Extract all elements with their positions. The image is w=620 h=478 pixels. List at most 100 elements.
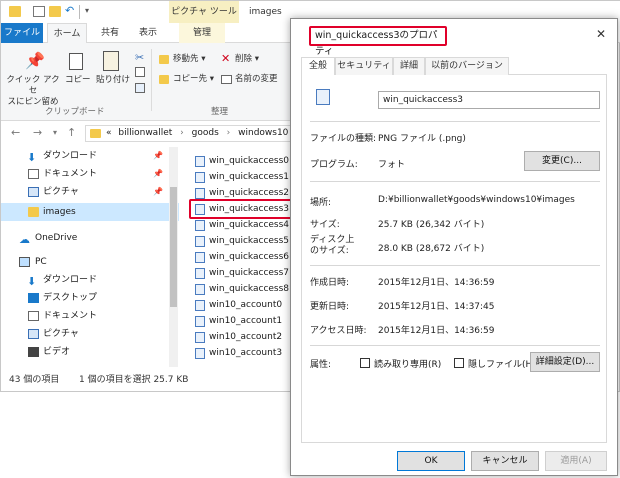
cancel-button[interactable]: キャンセル xyxy=(471,451,539,471)
item-count: 43 個の項目 xyxy=(9,375,60,385)
undo-icon[interactable]: ↶ xyxy=(65,4,74,17)
tab-previous-versions[interactable]: 以前のバージョン xyxy=(425,57,509,75)
file-item[interactable]: win_quickaccess6 xyxy=(183,249,301,265)
file-item[interactable]: win_quickaccess4 xyxy=(183,217,301,233)
copy-icon[interactable] xyxy=(69,53,83,70)
rename-button[interactable]: 名前の変更 xyxy=(235,74,278,85)
nav-item-desktop[interactable]: デスクトップ xyxy=(1,289,179,307)
document-icon xyxy=(28,311,39,321)
tab-share[interactable]: 共有 xyxy=(93,23,127,43)
copy-to-icon[interactable] xyxy=(159,75,169,84)
breadcrumb-separator[interactable]: › xyxy=(180,128,184,138)
file-item[interactable]: win_quickaccess5 xyxy=(183,233,301,249)
file-item[interactable]: win_quickaccess1 xyxy=(183,169,301,185)
readonly-checkbox[interactable] xyxy=(360,358,370,368)
breadcrumb-item[interactable]: goods xyxy=(192,128,219,138)
breadcrumb-item[interactable]: billionwallet xyxy=(118,128,172,138)
qat-dropdown-icon[interactable]: ▾ xyxy=(85,6,89,15)
file-item[interactable]: win10_account1 xyxy=(183,313,301,329)
program-label: プログラム: xyxy=(310,160,358,170)
new-folder-icon[interactable] xyxy=(49,6,61,17)
nav-scrollbar-thumb[interactable] xyxy=(170,187,177,307)
tab-details[interactable]: 詳細 xyxy=(393,57,425,75)
tab-file[interactable]: ファイル xyxy=(1,23,43,43)
paste-button-label[interactable]: 貼り付け xyxy=(95,75,131,86)
file-item[interactable]: win_quickaccess7 xyxy=(183,265,301,281)
recent-locations-button[interactable]: ▾ xyxy=(53,123,57,143)
paste-shortcut-icon[interactable] xyxy=(135,83,145,93)
selection-info: 1 個の項目を選択 25.7 KB xyxy=(79,375,189,385)
readonly-label[interactable]: 読み取り専用(R) xyxy=(374,357,441,370)
image-file-icon xyxy=(195,156,205,167)
address-bar[interactable]: « billionwallet › goods › windows10 › xyxy=(85,125,301,142)
program-value: フォト xyxy=(378,160,406,170)
image-file-icon xyxy=(195,236,205,247)
close-icon[interactable]: ✕ xyxy=(591,24,611,44)
nav-label: ダウンロード xyxy=(43,151,98,161)
type-value: PNG ファイル (.png) xyxy=(378,134,466,144)
created-label: 作成日時: xyxy=(310,278,350,288)
location-label: 場所: xyxy=(310,198,332,208)
hidden-label[interactable]: 隠しファイル(H) xyxy=(468,357,536,370)
move-to-button[interactable]: 移動先 ▾ xyxy=(173,54,205,65)
file-name: win10_account1 xyxy=(209,316,283,326)
pin-icon[interactable]: 📌 xyxy=(153,165,163,183)
file-item[interactable]: win10_account0 xyxy=(183,297,301,313)
nav-item-downloads[interactable]: ⬇ ダウンロード xyxy=(1,271,179,289)
copy-button-label[interactable]: コピー xyxy=(65,75,91,86)
nav-item-pc[interactable]: PC xyxy=(1,253,179,271)
separator xyxy=(310,345,600,346)
tab-security[interactable]: セキュリティ xyxy=(335,57,393,75)
delete-icon[interactable]: ✕ xyxy=(221,52,230,65)
nav-item-documents[interactable]: ドキュメント xyxy=(1,307,179,325)
nav-item-onedrive[interactable]: ☁ OneDrive xyxy=(1,229,179,247)
properties-icon[interactable] xyxy=(33,6,45,17)
copy-path-icon[interactable] xyxy=(135,67,145,77)
pin-quick-access-button[interactable]: クイック アクセ スにピン留め xyxy=(3,75,63,108)
nav-item-videos[interactable]: ビデオ xyxy=(1,343,179,361)
disk-size-value: 28.0 KB (28,672 バイト) xyxy=(378,244,485,254)
tab-general[interactable]: 全般 xyxy=(301,57,335,76)
dialog-title-bar: win_quickaccess3のプロパティ ✕ xyxy=(291,19,617,57)
file-item[interactable]: win_quickaccess8 xyxy=(183,281,301,297)
pin-icon[interactable]: 📌 xyxy=(25,51,45,70)
copy-to-button[interactable]: コピー先 ▾ xyxy=(173,74,214,85)
up-button[interactable]: ↑ xyxy=(67,123,76,143)
move-to-icon[interactable] xyxy=(159,55,169,64)
back-button[interactable]: ← xyxy=(11,123,20,143)
hidden-checkbox[interactable] xyxy=(454,358,464,368)
change-button[interactable]: 変更(C)... xyxy=(524,151,600,171)
nav-item-images[interactable]: images xyxy=(1,203,179,221)
disk-size-label-line2: のサイズ: xyxy=(310,246,349,256)
size-label: サイズ: xyxy=(310,220,340,230)
forward-button[interactable]: → xyxy=(33,123,42,143)
file-item[interactable]: win_quickaccess0 xyxy=(183,153,301,169)
breadcrumb-overflow[interactable]: « xyxy=(106,128,112,138)
cut-icon[interactable]: ✂ xyxy=(135,51,144,64)
tab-manage[interactable]: 管理 xyxy=(179,23,225,43)
ok-button[interactable]: OK xyxy=(397,451,465,471)
delete-button[interactable]: 削除 ▾ xyxy=(235,54,259,65)
paste-icon[interactable] xyxy=(103,51,119,71)
nav-item-downloads-pinned[interactable]: ⬇ ダウンロード 📌 xyxy=(1,147,179,165)
nav-item-pictures[interactable]: ピクチャ xyxy=(1,325,179,343)
breadcrumb-item[interactable]: windows10 xyxy=(238,128,288,138)
file-item[interactable]: win10_account2 xyxy=(183,329,301,345)
image-file-icon xyxy=(195,188,205,199)
file-item[interactable]: win10_account3 xyxy=(183,345,301,361)
type-label: ファイルの種類: xyxy=(310,134,377,144)
file-name: win_quickaccess1 xyxy=(209,172,290,182)
rename-icon[interactable] xyxy=(221,75,232,84)
tab-home[interactable]: ホーム xyxy=(47,23,87,44)
folder-icon xyxy=(9,6,21,17)
filename-input[interactable] xyxy=(378,91,600,109)
pin-icon[interactable]: 📌 xyxy=(153,147,163,165)
nav-item-pictures-pinned[interactable]: ピクチャ 📌 xyxy=(1,183,179,201)
breadcrumb-separator[interactable]: › xyxy=(227,128,231,138)
pin-icon[interactable]: 📌 xyxy=(153,183,163,201)
nav-item-documents-pinned[interactable]: ドキュメント 📌 xyxy=(1,165,179,183)
tab-view[interactable]: 表示 xyxy=(131,23,165,43)
pin-label-line1: クイック アクセ xyxy=(6,75,60,96)
advanced-button[interactable]: 詳細設定(D)... xyxy=(530,352,600,372)
apply-button[interactable]: 適用(A) xyxy=(545,451,607,471)
